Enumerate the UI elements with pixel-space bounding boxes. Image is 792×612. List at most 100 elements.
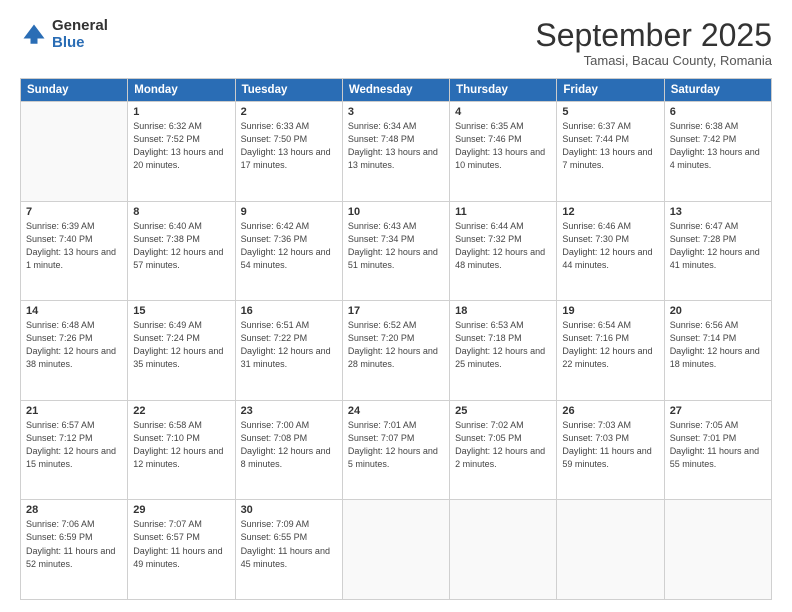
day-number: 30 (241, 504, 337, 516)
calendar-cell: 24 Sunrise: 7:01 AMSunset: 7:07 PMDayligh… (342, 400, 449, 500)
day-number: 18 (455, 305, 551, 317)
weekday-header-thursday: Thursday (450, 79, 557, 102)
weekday-header-wednesday: Wednesday (342, 79, 449, 102)
day-number: 20 (670, 305, 766, 317)
calendar-cell: 27Sunrise: 7:05 AMSunset: 7:01 PMDayligh… (664, 400, 771, 500)
weekday-header-sunday: Sunday (21, 79, 128, 102)
calendar-week-row: 7 Sunrise: 6:39 AMSunset: 7:40 PMDaylight… (21, 201, 772, 301)
calendar-cell: 22 Sunrise: 6:58 AMSunset: 7:10 PMDayligh… (128, 400, 235, 500)
day-info: Sunrise: 6:54 AMSunset: 7:16 PMDaylight:… (562, 319, 658, 371)
logo: General Blue (20, 18, 108, 51)
calendar-cell (342, 500, 449, 600)
calendar-cell (664, 500, 771, 600)
day-number: 17 (348, 305, 444, 317)
day-number: 1 (133, 106, 229, 118)
day-number: 16 (241, 305, 337, 317)
calendar-cell: 9 Sunrise: 6:42 AMSunset: 7:36 PMDaylight… (235, 201, 342, 301)
day-number: 8 (133, 206, 229, 218)
day-info: Sunrise: 6:46 AMSunset: 7:30 PMDaylight:… (562, 220, 658, 272)
calendar-cell: 4 Sunrise: 6:35 AMSunset: 7:46 PMDaylight… (450, 102, 557, 202)
day-number: 24 (348, 405, 444, 417)
day-info: Sunrise: 6:51 AMSunset: 7:22 PMDaylight:… (241, 319, 337, 371)
day-number: 25 (455, 405, 551, 417)
day-info: Sunrise: 6:40 AMSunset: 7:38 PMDaylight:… (133, 220, 229, 272)
day-info: Sunrise: 6:58 AMSunset: 7:10 PMDaylight:… (133, 419, 229, 471)
calendar-cell: 11Sunrise: 6:44 AMSunset: 7:32 PMDayligh… (450, 201, 557, 301)
calendar-cell: 30Sunrise: 7:09 AMSunset: 6:55 PMDayligh… (235, 500, 342, 600)
day-number: 28 (26, 504, 122, 516)
calendar-cell: 25Sunrise: 7:02 AMSunset: 7:05 PMDayligh… (450, 400, 557, 500)
day-info: Sunrise: 6:52 AMSunset: 7:20 PMDaylight:… (348, 319, 444, 371)
calendar-cell: 17 Sunrise: 6:52 AMSunset: 7:20 PMDayligh… (342, 301, 449, 401)
weekday-header-saturday: Saturday (664, 79, 771, 102)
calendar-cell: 18 Sunrise: 6:53 AMSunset: 7:18 PMDayligh… (450, 301, 557, 401)
day-info: Sunrise: 6:53 AMSunset: 7:18 PMDaylight:… (455, 319, 551, 371)
calendar-week-row: 21 Sunrise: 6:57 AMSunset: 7:12 PMDayligh… (21, 400, 772, 500)
calendar-cell: 13Sunrise: 6:47 AMSunset: 7:28 PMDayligh… (664, 201, 771, 301)
calendar-cell: 14 Sunrise: 6:48 AMSunset: 7:26 PMDayligh… (21, 301, 128, 401)
logo-general-text: General (52, 18, 108, 35)
calendar-cell: 15Sunrise: 6:49 AMSunset: 7:24 PMDayligh… (128, 301, 235, 401)
day-info: Sunrise: 7:01 AMSunset: 7:07 PMDaylight:… (348, 419, 444, 471)
day-info: Sunrise: 6:37 AMSunset: 7:44 PMDaylight:… (562, 120, 658, 172)
logo-blue-text: Blue (52, 35, 108, 52)
calendar-week-row: 14 Sunrise: 6:48 AMSunset: 7:26 PMDayligh… (21, 301, 772, 401)
calendar-cell: 20 Sunrise: 6:56 AMSunset: 7:14 PMDayligh… (664, 301, 771, 401)
day-number: 26 (562, 405, 658, 417)
day-number: 2 (241, 106, 337, 118)
calendar-table: SundayMondayTuesdayWednesdayThursdayFrid… (20, 78, 772, 600)
day-info: Sunrise: 7:05 AMSunset: 7:01 PMDaylight:… (670, 419, 766, 471)
calendar-week-row: 28 Sunrise: 7:06 AMSunset: 6:59 PMDayligh… (21, 500, 772, 600)
day-info: Sunrise: 6:43 AMSunset: 7:34 PMDaylight:… (348, 220, 444, 272)
calendar-cell: 19 Sunrise: 6:54 AMSunset: 7:16 PMDayligh… (557, 301, 664, 401)
day-number: 7 (26, 206, 122, 218)
weekday-header-friday: Friday (557, 79, 664, 102)
day-info: Sunrise: 6:33 AMSunset: 7:50 PMDaylight:… (241, 120, 337, 172)
calendar-cell: 23Sunrise: 7:00 AMSunset: 7:08 PMDayligh… (235, 400, 342, 500)
calendar-cell: 6Sunrise: 6:38 AMSunset: 7:42 PMDaylight… (664, 102, 771, 202)
day-info: Sunrise: 6:39 AMSunset: 7:40 PMDaylight:… (26, 220, 122, 272)
month-title: September 2025 (535, 18, 772, 53)
day-info: Sunrise: 6:56 AMSunset: 7:14 PMDaylight:… (670, 319, 766, 371)
day-number: 21 (26, 405, 122, 417)
day-number: 29 (133, 504, 229, 516)
calendar-cell: 3Sunrise: 6:34 AMSunset: 7:48 PMDaylight… (342, 102, 449, 202)
calendar-cell: 2 Sunrise: 6:33 AMSunset: 7:50 PMDaylight… (235, 102, 342, 202)
location-subtitle: Tamasi, Bacau County, Romania (535, 53, 772, 68)
weekday-header-row: SundayMondayTuesdayWednesdayThursdayFrid… (21, 79, 772, 102)
calendar-cell: 8 Sunrise: 6:40 AMSunset: 7:38 PMDaylight… (128, 201, 235, 301)
calendar-cell: 28 Sunrise: 7:06 AMSunset: 6:59 PMDayligh… (21, 500, 128, 600)
calendar-week-row: 1 Sunrise: 6:32 AMSunset: 7:52 PMDaylight… (21, 102, 772, 202)
day-number: 12 (562, 206, 658, 218)
day-info: Sunrise: 7:07 AMSunset: 6:57 PMDaylight:… (133, 518, 229, 570)
weekday-header-tuesday: Tuesday (235, 79, 342, 102)
day-number: 19 (562, 305, 658, 317)
day-info: Sunrise: 7:03 AMSunset: 7:03 PMDaylight:… (562, 419, 658, 471)
day-info: Sunrise: 6:38 AMSunset: 7:42 PMDaylight:… (670, 120, 766, 172)
day-number: 22 (133, 405, 229, 417)
day-number: 14 (26, 305, 122, 317)
day-number: 23 (241, 405, 337, 417)
day-info: Sunrise: 6:35 AMSunset: 7:46 PMDaylight:… (455, 120, 551, 172)
weekday-header-monday: Monday (128, 79, 235, 102)
day-info: Sunrise: 6:34 AMSunset: 7:48 PMDaylight:… (348, 120, 444, 172)
day-info: Sunrise: 6:57 AMSunset: 7:12 PMDaylight:… (26, 419, 122, 471)
day-number: 9 (241, 206, 337, 218)
day-number: 11 (455, 206, 551, 218)
calendar-cell: 12 Sunrise: 6:46 AMSunset: 7:30 PMDayligh… (557, 201, 664, 301)
day-number: 15 (133, 305, 229, 317)
calendar-cell: 16 Sunrise: 6:51 AMSunset: 7:22 PMDayligh… (235, 301, 342, 401)
day-number: 4 (455, 106, 551, 118)
day-number: 13 (670, 206, 766, 218)
calendar-cell: 1 Sunrise: 6:32 AMSunset: 7:52 PMDaylight… (128, 102, 235, 202)
logo-icon (20, 21, 48, 49)
calendar-cell: 29 Sunrise: 7:07 AMSunset: 6:57 PMDayligh… (128, 500, 235, 600)
day-info: Sunrise: 6:48 AMSunset: 7:26 PMDaylight:… (26, 319, 122, 371)
day-info: Sunrise: 7:06 AMSunset: 6:59 PMDaylight:… (26, 518, 122, 570)
title-area: September 2025 Tamasi, Bacau County, Rom… (535, 18, 772, 68)
calendar-cell: 10 Sunrise: 6:43 AMSunset: 7:34 PMDayligh… (342, 201, 449, 301)
day-info: Sunrise: 6:32 AMSunset: 7:52 PMDaylight:… (133, 120, 229, 172)
day-info: Sunrise: 6:42 AMSunset: 7:36 PMDaylight:… (241, 220, 337, 272)
day-number: 10 (348, 206, 444, 218)
calendar-cell: 5Sunrise: 6:37 AMSunset: 7:44 PMDaylight… (557, 102, 664, 202)
